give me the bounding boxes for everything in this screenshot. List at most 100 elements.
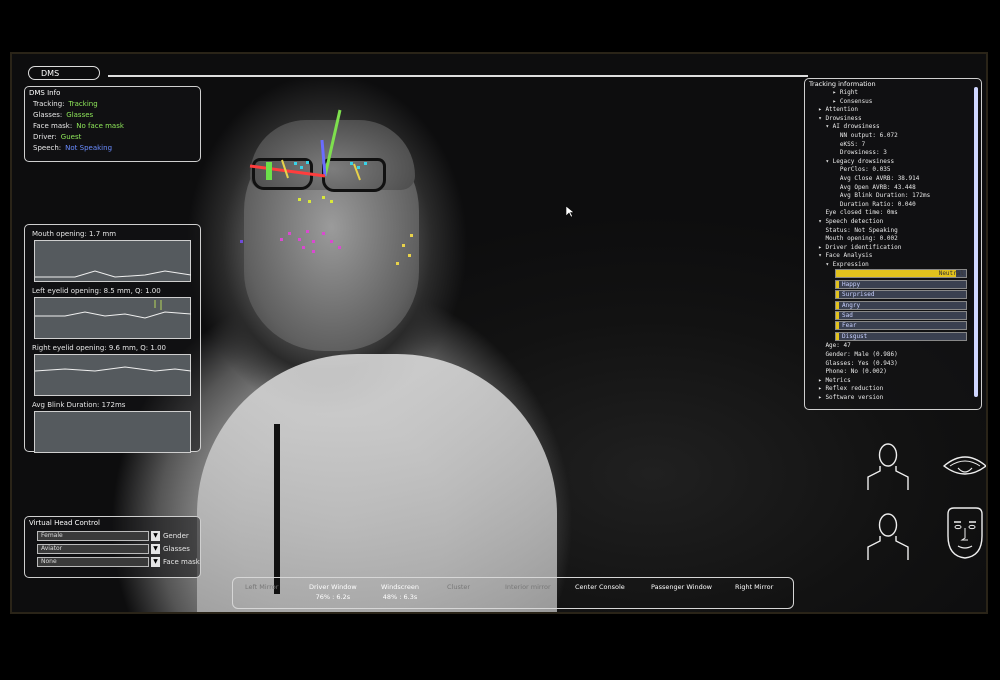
tracking-info-item[interactable]: Avg Blink Duration: 172ms bbox=[811, 192, 981, 201]
tracking-info-item[interactable]: Phone: No (0.002) bbox=[811, 368, 981, 377]
dms-tab[interactable]: DMS bbox=[28, 66, 100, 80]
tracking-info-item[interactable]: ▾ Legacy drowsiness bbox=[811, 158, 981, 167]
tracking-info-item[interactable]: ▸ Consensus bbox=[811, 98, 981, 107]
expression-fill bbox=[836, 332, 839, 340]
tracking-info-item[interactable]: ▾ Drowsiness bbox=[811, 115, 981, 124]
face-mask-label: Face mask bbox=[163, 558, 200, 566]
tracking-info-item[interactable]: Drowsiness: 3 bbox=[811, 149, 981, 158]
expression-bar-neutral: Neutral bbox=[835, 269, 967, 279]
dms-info-row: Face mask: No face mask bbox=[25, 121, 200, 132]
tracking-info-panel: Tracking information ▸ Right ▸ Consensus… bbox=[804, 78, 982, 410]
expression-label: Disgust bbox=[842, 332, 868, 340]
tracking-info-item[interactable]: NN output: 6.072 bbox=[811, 132, 981, 141]
expression-fill bbox=[836, 291, 839, 299]
gaze-zone-value: 76% : 6.2s bbox=[315, 593, 351, 601]
gaze-zone-right-mirror: Right Mirror bbox=[735, 583, 773, 591]
gaze-zone-name: Cluster bbox=[447, 583, 471, 591]
dms-info-value: No face mask bbox=[76, 122, 124, 130]
expression-label: Neutral bbox=[938, 270, 964, 278]
gaze-zone-name: Passenger Window bbox=[651, 583, 712, 591]
dms-info-row: Tracking: Tracking bbox=[25, 99, 200, 110]
expression-bar-sad: Sad bbox=[835, 311, 967, 321]
tracking-info-item[interactable]: ▸ Right bbox=[811, 89, 981, 98]
glasses-label: Glasses bbox=[163, 545, 190, 553]
dms-info-row: Glasses: Glasses bbox=[25, 110, 200, 121]
expression-bar-happy: Happy bbox=[835, 279, 967, 289]
tracking-info-item[interactable]: ▸ Attention bbox=[811, 106, 981, 115]
expression-fill bbox=[836, 280, 839, 288]
tracking-info-item[interactable]: ▾ Speech detection bbox=[811, 218, 981, 227]
gaze-zone-value: 48% : 6.3s bbox=[382, 593, 418, 601]
left-eyelid-label: Left eyelid opening: 8.5 mm, Q: 1.00 bbox=[32, 287, 161, 295]
tracking-info-item[interactable]: Glasses: Yes (0.943) bbox=[811, 360, 981, 369]
gaze-zone-cluster: Cluster bbox=[447, 583, 470, 591]
virtual-head-title: Virtual Head Control bbox=[29, 519, 100, 527]
dms-info-rows: Tracking: Tracking Glasses: Glasses Face mas… bbox=[25, 99, 200, 154]
face-analysis-icon bbox=[947, 507, 983, 559]
tracking-info-item[interactable]: eKSS: 7 bbox=[811, 141, 981, 150]
expression-label: Fear bbox=[842, 322, 857, 330]
tracking-info-item[interactable]: ▾ Face Analysis bbox=[811, 252, 981, 261]
tracking-info-item[interactable]: PerClos: 0.035 bbox=[811, 166, 981, 175]
tracking-info-item[interactable]: ▸ Metrics bbox=[811, 377, 981, 386]
dms-info-value: Not Speaking bbox=[65, 144, 113, 152]
gaze-zone-name: Left Mirror bbox=[245, 583, 279, 591]
tracking-info-item[interactable]: ▸ Software version bbox=[811, 394, 981, 403]
tracking-info-title: Tracking information bbox=[809, 80, 876, 88]
expression-fill bbox=[836, 270, 956, 278]
tracking-info-item[interactable]: Gender: Male (0.986) bbox=[811, 351, 981, 360]
left-eyelid-chart bbox=[34, 297, 191, 339]
tracking-info-item[interactable]: Age: 47 bbox=[811, 342, 981, 351]
tracking-info-scrollbar[interactable] bbox=[974, 87, 978, 397]
tracking-info-item[interactable]: Mouth opening: 0.002 bbox=[811, 235, 981, 244]
dropdown-arrow-icon[interactable]: ▼ bbox=[151, 544, 160, 554]
dms-info-title: DMS Info bbox=[29, 89, 61, 97]
face-mask-select[interactable]: None bbox=[37, 557, 149, 567]
expression-bar-fear: Fear bbox=[835, 321, 967, 331]
tracking-info-item[interactable]: Status: Not Speaking bbox=[811, 227, 981, 236]
hoodie-silhouette bbox=[197, 354, 557, 612]
gaze-zone-bar: Left Mirror Driver Window 76% : 6.2s Windsc… bbox=[232, 577, 794, 609]
dms-info-key: Glasses: bbox=[33, 111, 63, 119]
dms-info-key: Speech: bbox=[33, 144, 62, 152]
gaze-zone-name: Driver Window bbox=[309, 583, 357, 591]
dms-info-value: Tracking bbox=[68, 100, 98, 108]
expression-label: Happy bbox=[842, 280, 861, 288]
header-divider bbox=[108, 75, 808, 77]
gaze-zone-name: Windscreen bbox=[381, 583, 419, 591]
dms-screen: DMS DMS Info Tracking: Tracking Glasses: Gl… bbox=[10, 52, 988, 614]
expression-bar-angry: Angry bbox=[835, 300, 967, 310]
gender-label: Gender bbox=[163, 532, 189, 540]
virtual-head-panel: Virtual Head Control Female ▼ Gender Aviato… bbox=[24, 516, 201, 578]
tracking-info-item[interactable]: Avg Close AVRB: 38.914 bbox=[811, 175, 981, 184]
signals-panel: Mouth opening: 1.7 mm Left eyelid openin… bbox=[24, 224, 201, 453]
expression-label: Surprised bbox=[842, 291, 875, 299]
tracking-info-item[interactable]: ▸ Driver identification bbox=[811, 244, 981, 253]
expression-fill bbox=[836, 322, 839, 330]
dropdown-arrow-icon[interactable]: ▼ bbox=[151, 531, 160, 541]
right-eyelid-label: Right eyelid opening: 9.6 mm, Q: 1.00 bbox=[32, 344, 166, 352]
blink-duration-chart bbox=[34, 411, 191, 453]
dms-info-key: Driver: bbox=[33, 133, 57, 141]
mouth-opening-chart bbox=[34, 240, 191, 282]
tracking-info-item[interactable]: Eye closed time: 0ms bbox=[811, 209, 981, 218]
tracking-info-tree-lower: Age: 47 Gender: Male (0.986) Glasses: Ye… bbox=[805, 342, 981, 402]
gaze-zone-name: Right Mirror bbox=[735, 583, 774, 591]
tracking-info-item[interactable]: ▾ AI drowsiness bbox=[811, 123, 981, 132]
glasses-select[interactable]: Aviator bbox=[37, 544, 149, 554]
expression-bar-surprised: Surprised bbox=[835, 290, 967, 300]
gaze-zone-windscreen: Windscreen 48% : 6.3s bbox=[381, 583, 419, 601]
expression-label: Angry bbox=[842, 301, 861, 309]
gaze-zone-name: Center Console bbox=[575, 583, 625, 591]
expression-bars: Neutral Happy Surprised Angry Sad Fear Disgust bbox=[805, 269, 981, 342]
tracking-info-item[interactable]: ▸ Reflex reduction bbox=[811, 385, 981, 394]
gender-select[interactable]: Female bbox=[37, 531, 149, 541]
dropdown-arrow-icon[interactable]: ▼ bbox=[151, 557, 160, 567]
tracking-info-item[interactable]: Duration Ratio: 0.040 bbox=[811, 201, 981, 210]
dms-info-row: Driver: Guest bbox=[25, 132, 200, 143]
tracking-info-item[interactable]: Avg Open AVRB: 43.448 bbox=[811, 184, 981, 193]
expression-bar-disgust: Disgust bbox=[835, 331, 967, 341]
gaze-zone-center-console: Center Console bbox=[575, 583, 625, 591]
tracking-info-item[interactable]: ▾ Expression bbox=[811, 261, 981, 270]
right-eyelid-chart bbox=[34, 354, 191, 396]
